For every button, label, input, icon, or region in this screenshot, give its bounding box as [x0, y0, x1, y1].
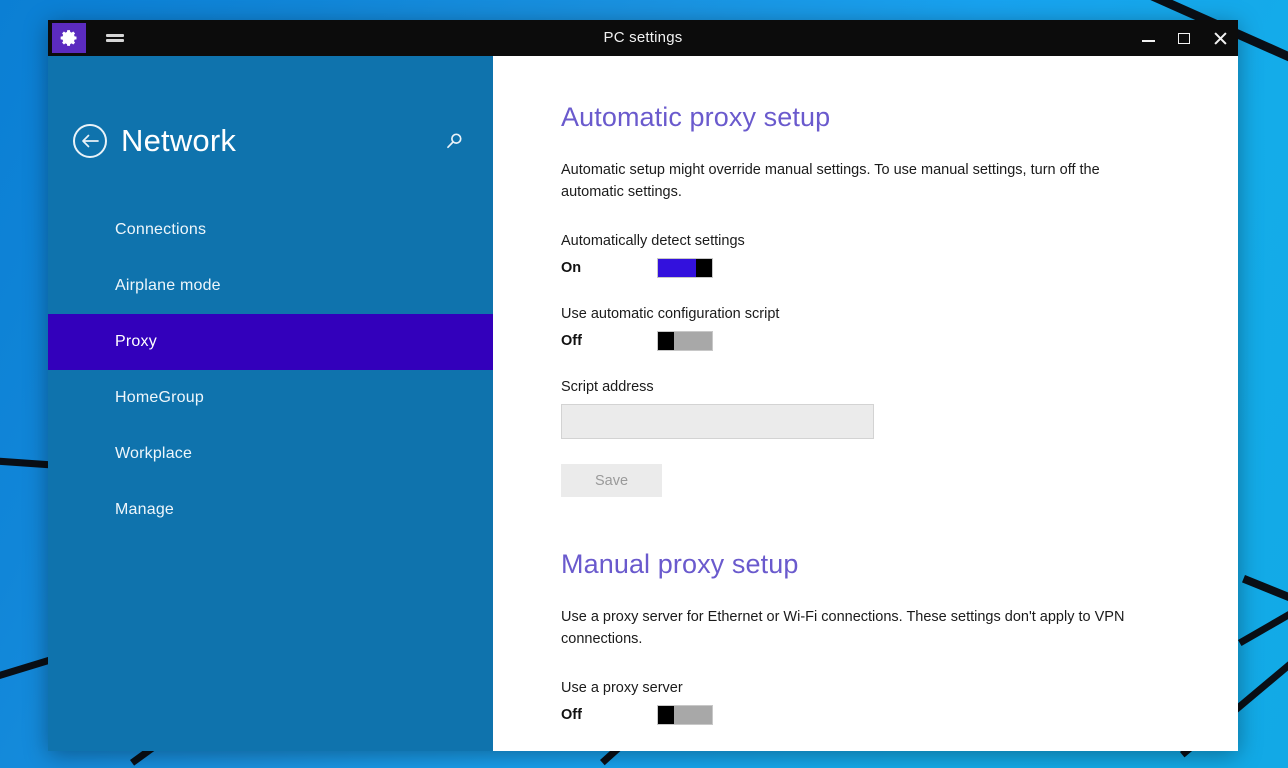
- wallpaper-streak: [1242, 575, 1288, 628]
- sidebar-item-label: Proxy: [115, 333, 157, 350]
- sidebar-item-proxy[interactable]: Proxy: [48, 314, 493, 370]
- desktop-background: PC settings Network Connections Airplane…: [0, 0, 1288, 768]
- sidebar-item-label: HomeGroup: [115, 389, 204, 406]
- search-icon[interactable]: [441, 128, 467, 154]
- maximize-icon: [1178, 32, 1190, 44]
- hamburger-bars: [106, 32, 124, 44]
- window-controls: [1130, 20, 1238, 56]
- wallpaper-streak: [1238, 595, 1288, 647]
- sidebar-item-manage[interactable]: Manage: [48, 482, 493, 538]
- hamburger-bar: [106, 34, 124, 37]
- config-script-toggle[interactable]: [657, 331, 713, 352]
- hamburger-menu-icon[interactable]: [98, 23, 132, 53]
- sidebar-item-label: Airplane mode: [115, 277, 221, 294]
- automatic-proxy-setup-heading: Automatic proxy setup: [561, 102, 831, 132]
- config-script-label: Use automatic configuration script: [561, 306, 780, 323]
- toggle-thumb: [658, 706, 674, 725]
- sidebar-item-airplane-mode[interactable]: Airplane mode: [48, 258, 493, 314]
- use-proxy-server-label: Use a proxy server: [561, 680, 683, 697]
- settings-content-pane: Automatic proxy setup Automatic setup mi…: [493, 56, 1238, 751]
- use-proxy-server-state: Off: [561, 707, 582, 724]
- sidebar-item-connections[interactable]: Connections: [48, 202, 493, 258]
- sidebar: Network Connections Airplane mode Proxy …: [48, 56, 493, 751]
- automatic-proxy-setup-description: Automatic setup might override manual se…: [561, 162, 1100, 201]
- auto-detect-settings-row: On: [561, 258, 1238, 279]
- window-body: Network Connections Airplane mode Proxy …: [48, 56, 1238, 751]
- window-title: PC settings: [603, 29, 683, 46]
- sidebar-nav: Connections Airplane mode Proxy HomeGrou…: [48, 202, 493, 538]
- maximize-button[interactable]: [1166, 20, 1202, 56]
- gear-icon[interactable]: [52, 23, 86, 53]
- close-button[interactable]: [1202, 20, 1238, 56]
- script-address-input[interactable]: [561, 404, 874, 440]
- toggle-thumb: [658, 332, 674, 351]
- sidebar-header: Network: [48, 98, 493, 184]
- sidebar-item-workplace[interactable]: Workplace: [48, 426, 493, 482]
- config-script-row: Off: [561, 331, 1238, 352]
- page-title: Network: [121, 123, 237, 158]
- sidebar-item-label: Connections: [115, 221, 207, 238]
- save-button[interactable]: Save: [561, 464, 662, 498]
- config-script-state: Off: [561, 333, 582, 350]
- close-icon: [1213, 31, 1227, 45]
- sidebar-item-label: Manage: [115, 501, 175, 518]
- sidebar-item-label: Workplace: [115, 445, 193, 462]
- script-address-label: Script address: [561, 379, 654, 396]
- toggle-thumb: [696, 259, 712, 278]
- auto-detect-settings-label: Automatically detect settings: [561, 233, 745, 250]
- manual-proxy-setup-heading: Manual proxy setup: [561, 549, 799, 580]
- use-proxy-server-row: Off: [561, 705, 1238, 726]
- window-titlebar[interactable]: PC settings: [48, 20, 1238, 56]
- minimize-icon: [1141, 40, 1155, 42]
- back-arrow-circle-icon[interactable]: [73, 124, 107, 158]
- hamburger-bar: [106, 39, 124, 42]
- pc-settings-window: PC settings Network Connections Airplane…: [48, 20, 1238, 751]
- minimize-button[interactable]: [1130, 20, 1166, 56]
- use-proxy-server-toggle[interactable]: [657, 705, 713, 726]
- sidebar-item-homegroup[interactable]: HomeGroup: [48, 370, 493, 426]
- auto-detect-settings-toggle[interactable]: [657, 258, 713, 279]
- auto-detect-settings-state: On: [561, 260, 582, 277]
- manual-proxy-setup-description: Use a proxy server for Ethernet or Wi-Fi…: [561, 609, 1125, 648]
